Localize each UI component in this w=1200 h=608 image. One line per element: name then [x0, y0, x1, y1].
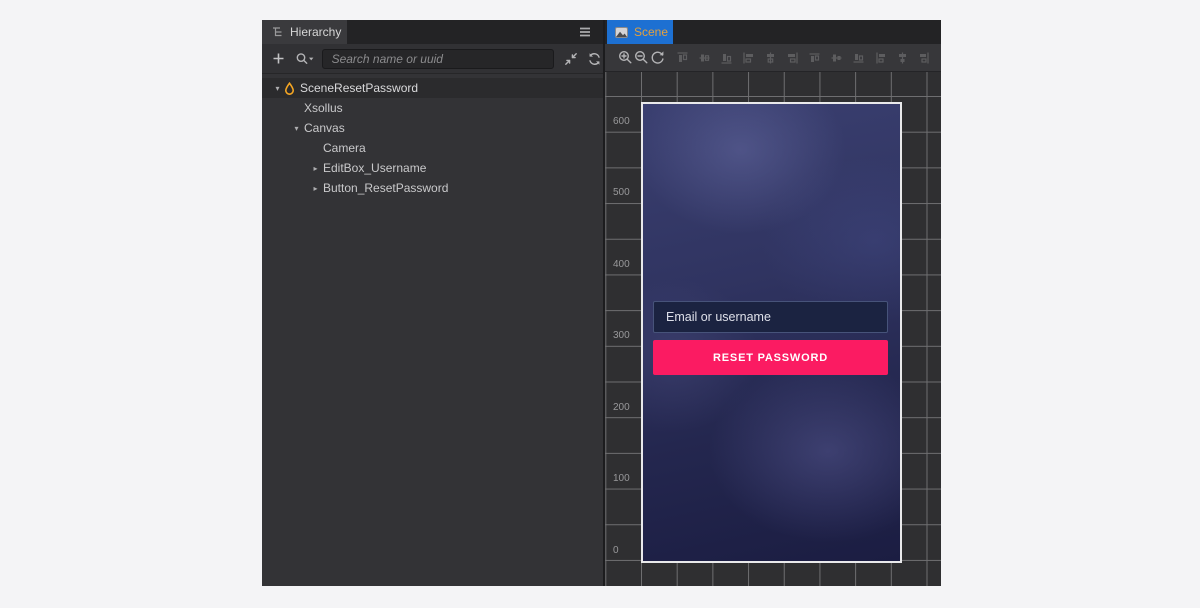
- scene-panel: Scene 600 500 400 300 200 100 0 RESET PASSWORD: [605, 20, 941, 586]
- ruler-label-400: 400: [613, 259, 630, 270]
- tree-item-label: Button_ResetPassword: [323, 181, 448, 195]
- search-dropdown-icon[interactable]: [294, 52, 315, 66]
- scene-grid[interactable]: 600 500 400 300 200 100 0 RESET PASSWORD: [605, 72, 941, 586]
- editor-page: Hierarchy ▾SceneResetPasswordXsollus▾Can…: [0, 0, 1200, 608]
- scene-tab-bar: Scene: [605, 20, 941, 44]
- align-middle-icon[interactable]: [698, 51, 711, 65]
- distribute-center-icon[interactable]: [896, 51, 909, 65]
- reset-password-button[interactable]: RESET PASSWORD: [653, 340, 888, 375]
- tree-collapsed-arrow-icon[interactable]: ▸: [309, 184, 322, 193]
- reset-view-icon[interactable]: [649, 50, 665, 66]
- tree-item-label: Xsollus: [304, 101, 343, 115]
- tree-item-Canvas[interactable]: ▾Canvas: [262, 118, 603, 138]
- align-bottom-icon[interactable]: [720, 51, 733, 65]
- distribute-right-icon[interactable]: [918, 51, 931, 65]
- hierarchy-tab-label: Hierarchy: [290, 25, 341, 39]
- tree-item-Camera[interactable]: Camera: [262, 138, 603, 158]
- tree-item-Button_ResetPassword[interactable]: ▸Button_ResetPassword: [262, 178, 603, 198]
- align-left-icon[interactable]: [742, 51, 755, 65]
- ruler-label-0: 0: [613, 545, 619, 556]
- collapse-all-icon[interactable]: [562, 52, 579, 66]
- tree-expanded-arrow-icon[interactable]: ▾: [290, 124, 303, 133]
- editor-window: Hierarchy ▾SceneResetPasswordXsollus▾Can…: [262, 20, 941, 586]
- hierarchy-toolbar: [262, 44, 603, 74]
- ruler-label-300: 300: [613, 330, 630, 341]
- scene-tab-label: Scene: [634, 25, 668, 39]
- tree-item-Xsollus[interactable]: Xsollus: [262, 98, 603, 118]
- tree-item-SceneResetPassword[interactable]: ▾ SceneResetPassword: [262, 78, 603, 98]
- tree-item-label: SceneResetPassword: [300, 81, 418, 95]
- tree-collapsed-arrow-icon[interactable]: ▸: [309, 164, 322, 173]
- distribute-top-icon[interactable]: [808, 51, 821, 65]
- distribute-middle-icon[interactable]: [830, 51, 843, 65]
- zoom-in-icon[interactable]: [617, 50, 633, 66]
- tree-item-EditBox_Username[interactable]: ▸EditBox_Username: [262, 158, 603, 178]
- scene-image-icon: [615, 27, 628, 38]
- editbox-username[interactable]: [653, 301, 888, 333]
- scene-toolbar: [605, 44, 941, 72]
- hierarchy-panel: Hierarchy ▾SceneResetPasswordXsollus▾Can…: [262, 20, 603, 586]
- ruler-label-100: 100: [613, 473, 630, 484]
- tab-hierarchy[interactable]: Hierarchy: [262, 20, 347, 44]
- tree-item-label: Camera: [323, 141, 366, 155]
- scene-droplet-icon: [284, 82, 299, 95]
- tab-scene[interactable]: Scene: [607, 20, 673, 44]
- tree-item-label: EditBox_Username: [323, 161, 426, 175]
- hierarchy-tab-bar: Hierarchy: [262, 20, 603, 44]
- zoom-out-icon[interactable]: [633, 50, 649, 66]
- hamburger-icon[interactable]: [578, 26, 592, 38]
- hierarchy-tree: ▾SceneResetPasswordXsollus▾CanvasCamera▸…: [262, 74, 603, 586]
- align-center-icon[interactable]: [764, 51, 777, 65]
- plus-icon[interactable]: [271, 52, 286, 65]
- ruler-label-200: 200: [613, 402, 630, 413]
- align-tools-group: [676, 51, 940, 65]
- distribute-left-icon[interactable]: [874, 51, 887, 65]
- search-input[interactable]: [322, 49, 555, 69]
- align-top-icon[interactable]: [676, 51, 689, 65]
- view-tools-group: [617, 50, 665, 66]
- ruler-label-500: 500: [613, 187, 630, 198]
- refresh-icon[interactable]: [586, 52, 603, 66]
- ruler-label-600: 600: [613, 116, 630, 127]
- tree-expanded-arrow-icon[interactable]: ▾: [271, 84, 284, 93]
- hierarchy-tree-icon: [271, 26, 284, 38]
- align-right-icon[interactable]: [786, 51, 799, 65]
- tree-item-label: Canvas: [304, 121, 345, 135]
- distribute-bottom-icon[interactable]: [852, 51, 865, 65]
- game-canvas[interactable]: RESET PASSWORD: [641, 102, 902, 563]
